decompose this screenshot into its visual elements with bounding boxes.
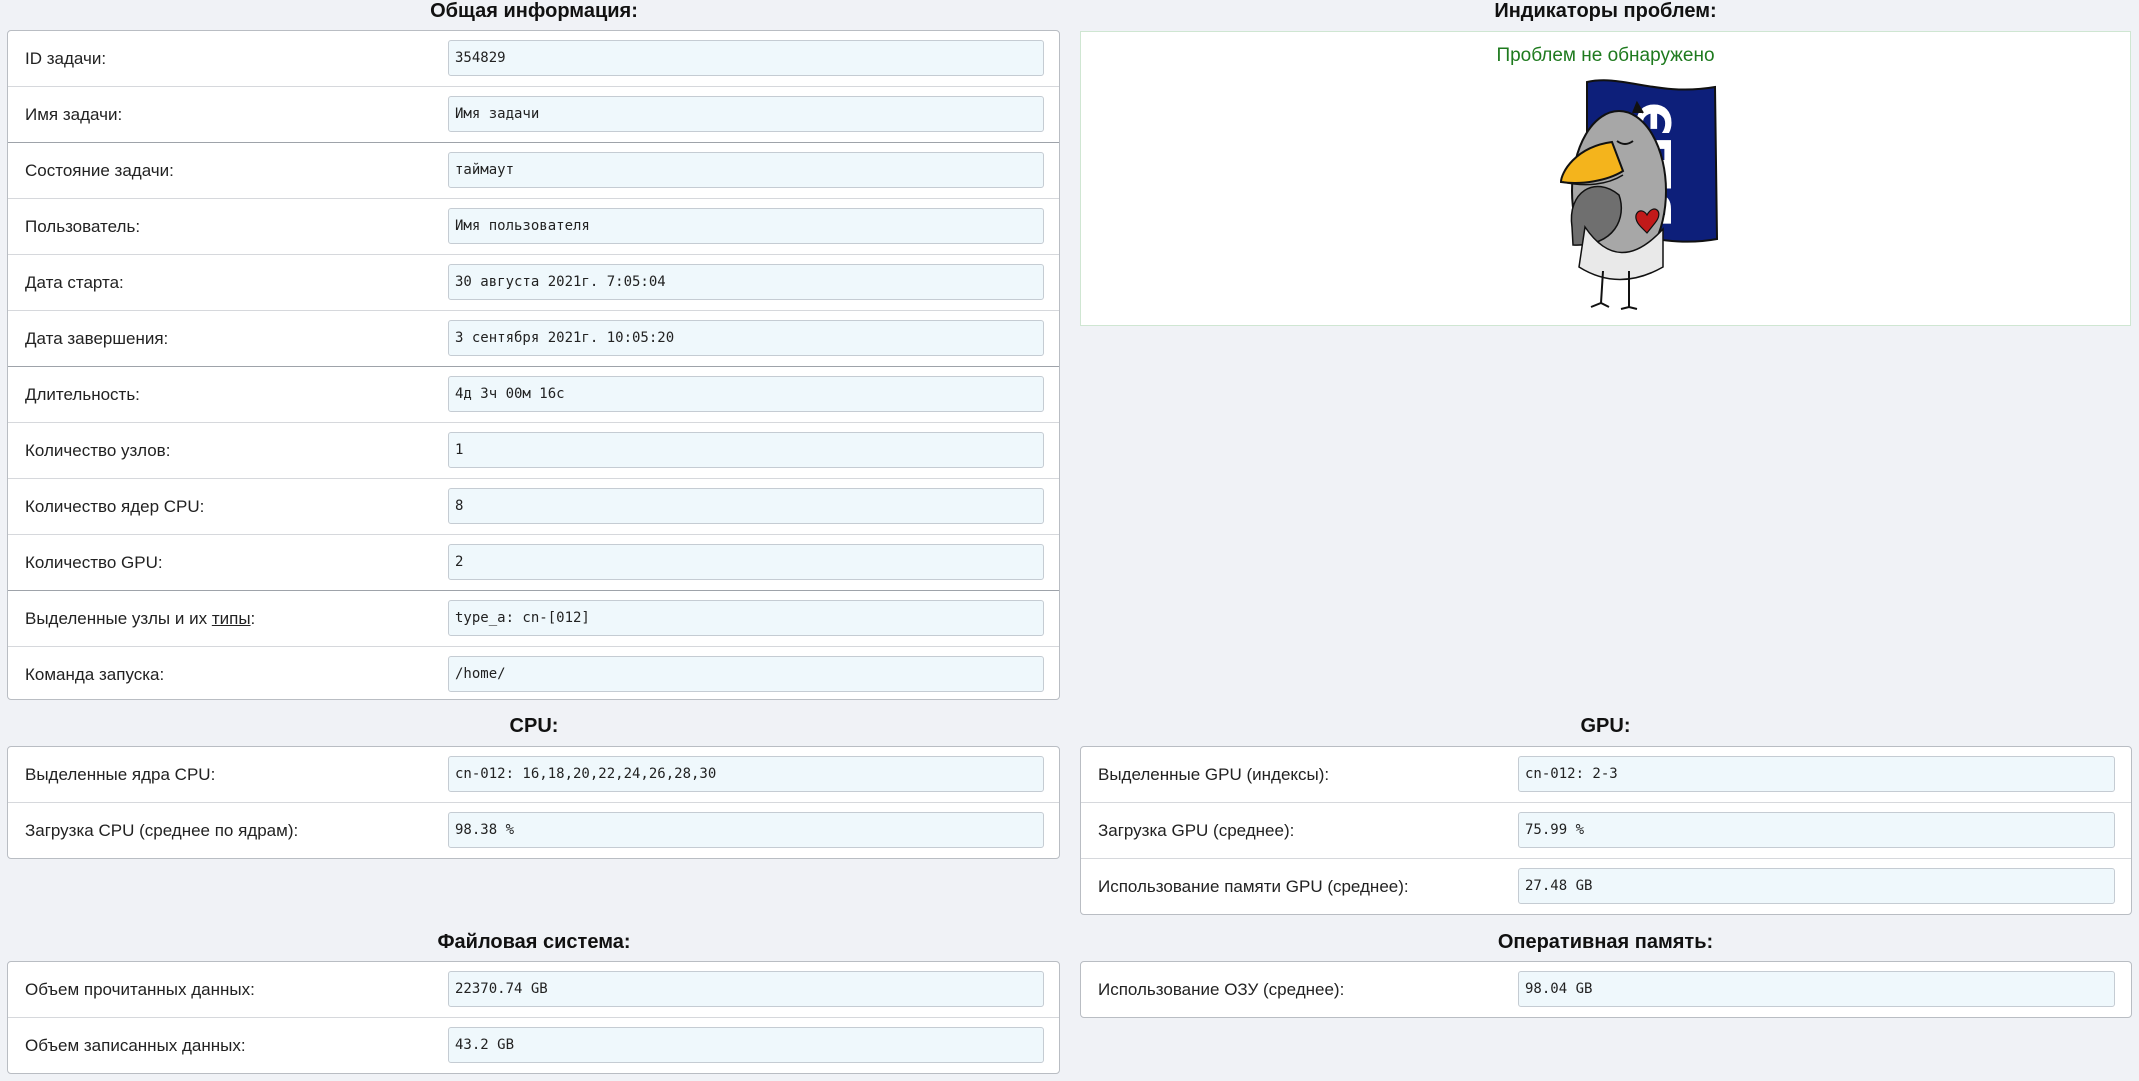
problems-status: Проблем не обнаружено xyxy=(1496,45,1715,66)
row-gpu-count: Количество GPU: 2 xyxy=(8,535,1059,591)
ram-usage-label: Использование ОЗУ (среднее): xyxy=(1098,980,1345,999)
cpu-cores-field[interactable]: 8 xyxy=(448,488,1044,524)
row-task-name: Имя задачи: Имя задачи xyxy=(8,87,1059,143)
problems-panel: Проблем не обнаружено ВШЭ xyxy=(1080,31,2131,326)
row-ram-usage: Использование ОЗУ (среднее): 98.04 GB xyxy=(1081,962,2131,1017)
ram-title: Оперативная память: xyxy=(1497,931,1714,953)
gpu-title: GPU: xyxy=(1580,715,1631,737)
row-end-date: Дата завершения: 3 сентября 2021г. 10:05… xyxy=(8,311,1059,367)
cpu-load-label: Загрузка CPU (среднее по ядрам): xyxy=(25,821,299,840)
duration-field[interactable]: 4д 3ч 00м 16с xyxy=(448,376,1044,412)
task-state-field[interactable]: таймаут xyxy=(448,152,1044,188)
general-info-title: Общая информация: xyxy=(430,0,638,22)
gpu-load-label: Загрузка GPU (среднее): xyxy=(1098,821,1295,840)
cpu-cores-allocated-field[interactable]: cn-012: 16,18,20,22,24,26,28,30 xyxy=(448,756,1044,792)
row-cpu-cores-allocated: Выделенные ядра CPU: cn-012: 16,18,20,22… xyxy=(8,747,1059,803)
row-user: Пользователь: Имя пользователя xyxy=(8,199,1059,255)
problems-title: Индикаторы проблем: xyxy=(1494,0,1717,22)
gpu-panel: Выделенные GPU (индексы): cn-012: 2-3 За… xyxy=(1080,746,2132,915)
row-gpu-load: Загрузка GPU (среднее): 75.99 % xyxy=(1081,803,2131,859)
start-date-label: Дата старта: xyxy=(25,273,124,292)
gpu-count-field[interactable]: 2 xyxy=(448,544,1044,580)
ram-usage-field[interactable]: 98.04 GB xyxy=(1518,971,2115,1007)
allocated-nodes-field[interactable]: type_a: cn-[012] xyxy=(448,600,1044,636)
ram-panel: Использование ОЗУ (среднее): 98.04 GB xyxy=(1080,961,2132,1018)
row-duration: Длительность: 4д 3ч 00м 16с xyxy=(8,367,1059,423)
row-allocated-nodes: Выделенные узлы и их типы: type_a: cn-[0… xyxy=(8,591,1059,647)
filesystem-panel: Объем прочитанных данных: 22370.74 GB Об… xyxy=(7,961,1060,1074)
duration-label: Длительность: xyxy=(25,385,140,404)
gpu-indices-field[interactable]: cn-012: 2-3 xyxy=(1518,756,2115,792)
row-node-count: Количество узлов: 1 xyxy=(8,423,1059,479)
node-count-label: Количество узлов: xyxy=(25,441,171,460)
node-count-field[interactable]: 1 xyxy=(448,432,1044,468)
data-read-label: Объем прочитанных данных: xyxy=(25,980,255,999)
data-written-label: Объем записанных данных: xyxy=(25,1036,246,1055)
launch-command-label: Команда запуска: xyxy=(25,665,165,684)
data-read-field[interactable]: 22370.74 GB xyxy=(448,971,1044,1007)
row-cpu-load: Загрузка CPU (среднее по ядрам): 98.38 % xyxy=(8,803,1059,858)
hse-mascot-illustration: ВШЭ xyxy=(1559,79,1719,310)
task-name-label: Имя задачи: xyxy=(25,105,123,124)
row-launch-command: Команда запуска: /home/ xyxy=(8,647,1059,699)
gpu-count-label: Количество GPU: xyxy=(25,553,163,572)
user-field[interactable]: Имя пользователя xyxy=(448,208,1044,244)
gpu-memory-label: Использование памяти GPU (среднее): xyxy=(1098,877,1409,896)
gpu-load-field[interactable]: 75.99 % xyxy=(1518,812,2115,848)
row-task-state: Состояние задачи: таймаут xyxy=(8,143,1059,199)
filesystem-title: Файловая система: xyxy=(437,931,631,953)
cpu-panel: Выделенные ядра CPU: cn-012: 16,18,20,22… xyxy=(7,746,1060,859)
cpu-title: CPU: xyxy=(509,715,559,737)
general-info-panel: ID задачи: 354829 Имя задачи: Имя задачи… xyxy=(7,30,1060,700)
node-types-link[interactable]: типы xyxy=(212,609,251,628)
start-date-field[interactable]: 30 августа 2021г. 7:05:04 xyxy=(448,264,1044,300)
launch-command-field[interactable]: /home/ xyxy=(448,656,1044,692)
task-id-label: ID задачи: xyxy=(25,49,107,68)
row-cpu-cores: Количество ядер CPU: 8 xyxy=(8,479,1059,535)
task-name-field[interactable]: Имя задачи xyxy=(448,96,1044,132)
allocated-nodes-label-suffix: : xyxy=(250,609,256,628)
row-gpu-memory: Использование памяти GPU (среднее): 27.4… xyxy=(1081,859,2131,914)
gpu-indices-label: Выделенные GPU (индексы): xyxy=(1098,765,1330,784)
cpu-cores-label: Количество ядер CPU: xyxy=(25,497,205,516)
row-gpu-indices: Выделенные GPU (индексы): cn-012: 2-3 xyxy=(1081,747,2131,803)
task-state-label: Состояние задачи: xyxy=(25,161,174,180)
allocated-nodes-label-prefix: Выделенные узлы и их xyxy=(25,609,212,628)
row-task-id: ID задачи: 354829 xyxy=(8,31,1059,87)
cpu-load-field[interactable]: 98.38 % xyxy=(448,812,1044,848)
user-label: Пользователь: xyxy=(25,217,141,236)
end-date-label: Дата завершения: xyxy=(25,329,169,348)
cpu-cores-allocated-label: Выделенные ядра CPU: xyxy=(25,765,216,784)
row-data-written: Объем записанных данных: 43.2 GB xyxy=(8,1018,1059,1073)
data-written-field[interactable]: 43.2 GB xyxy=(448,1027,1044,1063)
allocated-nodes-label: Выделенные узлы и их типы: xyxy=(25,591,255,646)
gpu-memory-field[interactable]: 27.48 GB xyxy=(1518,868,2115,904)
task-id-field[interactable]: 354829 xyxy=(448,40,1044,76)
row-data-read: Объем прочитанных данных: 22370.74 GB xyxy=(8,962,1059,1018)
end-date-field[interactable]: 3 сентября 2021г. 10:05:20 xyxy=(448,320,1044,356)
row-start-date: Дата старта: 30 августа 2021г. 7:05:04 xyxy=(8,255,1059,311)
